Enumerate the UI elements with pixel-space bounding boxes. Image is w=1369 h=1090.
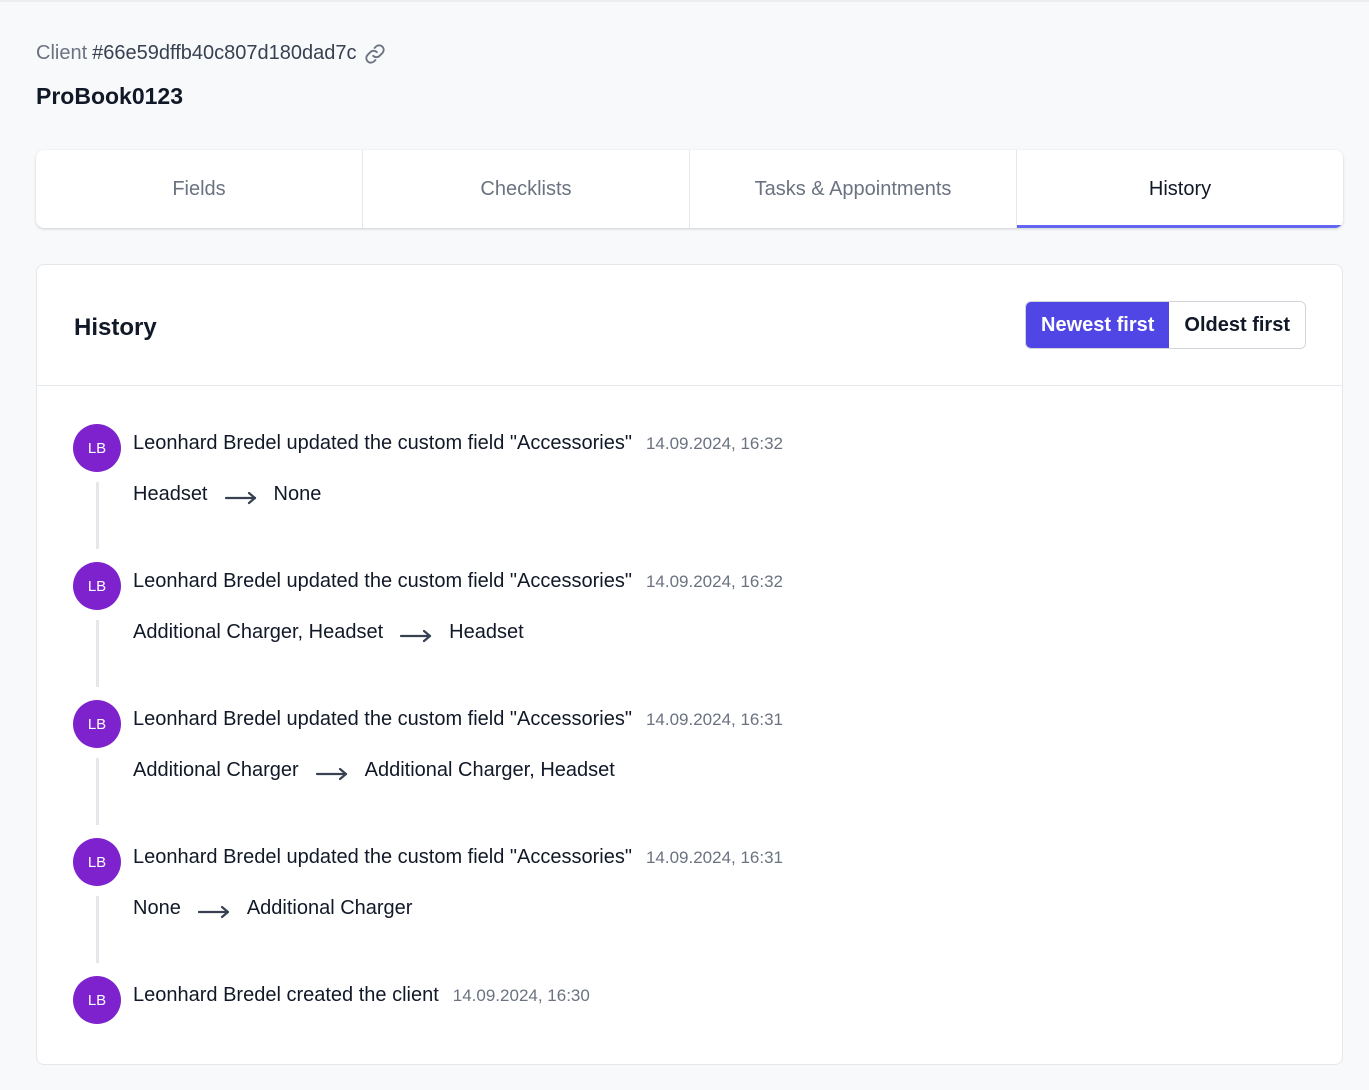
oldest-first-button[interactable]: Oldest first: [1169, 302, 1305, 348]
timeline-connector: [96, 482, 99, 549]
arrow-right-icon: [224, 488, 258, 504]
history-timeline: LB Leonhard Bredel updated the custom fi…: [73, 424, 1303, 1036]
new-value: Additional Charger, Headset: [364, 759, 615, 781]
avatar: LB: [73, 976, 121, 1024]
arrow-right-icon: [399, 626, 433, 642]
tab-history[interactable]: History: [1017, 150, 1343, 228]
history-entry: LB Leonhard Bredel updated the custom fi…: [73, 562, 1303, 700]
entry-headline: Leonhard Bredel updated the custom field…: [133, 708, 783, 731]
entry-headline: Leonhard Bredel updated the custom field…: [133, 432, 783, 455]
entry-change: Headset None: [133, 483, 321, 506]
entry-timestamp: 14.09.2024, 16:31: [645, 710, 784, 729]
sort-toggle: Newest first Oldest first: [1025, 301, 1306, 349]
timeline-connector: [96, 620, 99, 687]
entry-text: Leonhard Bredel updated the custom field…: [133, 570, 632, 592]
history-title: History: [74, 314, 157, 341]
client-id: #66e59dffb40c807d180dad7c: [92, 42, 357, 64]
entry-change: Additional Charger, Headset Headset: [133, 621, 524, 644]
history-entry: LB Leonhard Bredel created the client 14…: [73, 976, 1303, 1036]
client-label: Client: [36, 42, 88, 64]
entry-text: Leonhard Bredel updated the custom field…: [133, 432, 632, 454]
old-value: Headset: [133, 483, 208, 505]
entry-change: None Additional Charger: [133, 897, 412, 920]
avatar: LB: [73, 700, 121, 748]
entry-timestamp: 14.09.2024, 16:31: [645, 848, 784, 867]
avatar: LB: [73, 424, 121, 472]
tab-fields[interactable]: Fields: [36, 150, 363, 228]
entry-timestamp: 14.09.2024, 16:30: [452, 986, 590, 1005]
entry-timestamp: 14.09.2024, 16:32: [645, 434, 784, 453]
avatar: LB: [73, 562, 121, 610]
history-entry: LB Leonhard Bredel updated the custom fi…: [73, 700, 1303, 838]
history-entry: LB Leonhard Bredel updated the custom fi…: [73, 838, 1303, 976]
timeline-connector: [96, 896, 99, 963]
entry-headline: Leonhard Bredel updated the custom field…: [133, 570, 783, 593]
entry-timestamp: 14.09.2024, 16:32: [645, 572, 784, 591]
history-entry: LB Leonhard Bredel updated the custom fi…: [73, 424, 1303, 562]
page-title: ProBook0123: [36, 83, 184, 109]
old-value: Additional Charger, Headset: [133, 621, 384, 643]
tab-checklists[interactable]: Checklists: [363, 150, 690, 228]
tab-bar: Fields Checklists Tasks & Appointments H…: [36, 150, 1343, 228]
history-card-header: History Newest first Oldest first: [37, 265, 1342, 386]
newest-first-button[interactable]: Newest first: [1026, 302, 1170, 348]
entry-change: Additional Charger Additional Charger, H…: [133, 759, 615, 782]
avatar: LB: [73, 838, 121, 886]
link-icon[interactable]: [364, 43, 386, 65]
entry-headline: Leonhard Bredel updated the custom field…: [133, 846, 783, 869]
entry-headline: Leonhard Bredel created the client 14.09…: [133, 984, 590, 1007]
entry-text: Leonhard Bredel created the client: [133, 984, 439, 1006]
entry-text: Leonhard Bredel updated the custom field…: [133, 708, 632, 730]
timeline-connector: [96, 758, 99, 825]
new-value: Headset: [449, 621, 524, 643]
client-id-line: Client #66e59dffb40c807d180dad7c: [36, 42, 386, 65]
arrow-right-icon: [315, 764, 349, 780]
top-border: [0, 0, 1369, 2]
new-value: None: [273, 483, 322, 505]
old-value: None: [133, 897, 181, 919]
entry-text: Leonhard Bredel updated the custom field…: [133, 846, 632, 868]
new-value: Additional Charger: [246, 897, 413, 919]
old-value: Additional Charger: [133, 759, 299, 781]
tab-tasks-appointments[interactable]: Tasks & Appointments: [690, 150, 1017, 228]
arrow-right-icon: [197, 902, 231, 918]
history-card: History Newest first Oldest first LB Leo…: [36, 264, 1343, 1065]
